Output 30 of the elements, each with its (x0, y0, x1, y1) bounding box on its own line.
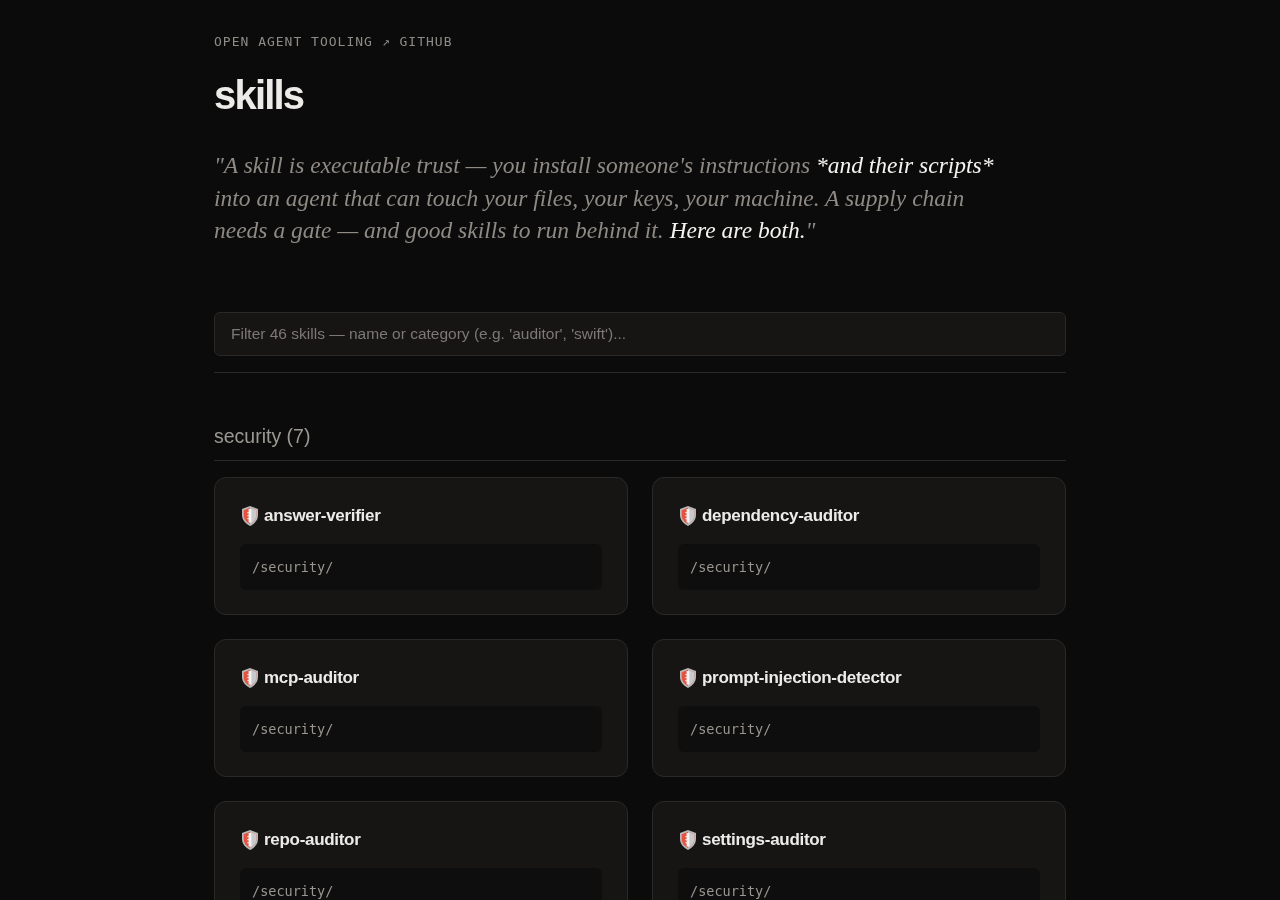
eyebrow-label: OPEN AGENT TOOLING (214, 33, 373, 51)
skill-card[interactable]: prompt-injection-detector /security/ (652, 638, 1066, 777)
skill-name: dependency-auditor (702, 504, 860, 527)
shield-icon (242, 829, 258, 850)
shield-icon (242, 505, 258, 526)
intro-quote: "A skill is executable trust — you install someone's instructions *and their scripts* into an agent that can touch your files, your keys, your machine. A supply chain needs a gate — and good skills to run behind it. Here are both." (214, 151, 995, 245)
skill-name: repo-auditor (264, 828, 361, 851)
shield-icon (680, 829, 696, 850)
skill-name: answer-verifier (264, 504, 381, 527)
page-title: skills (214, 72, 305, 118)
shield-icon (680, 505, 696, 526)
skill-path: /security/ (678, 705, 1040, 752)
skill-name: prompt-injection-detector (702, 666, 902, 689)
shield-icon (242, 667, 258, 688)
skill-path: /security/ (240, 867, 602, 900)
skill-card[interactable]: answer-verifier /security/ (214, 476, 628, 615)
filter-input[interactable]: Filter 46 skills — name or category (e.g. 'auditor', 'swift')... (214, 311, 1066, 356)
category-heading: security (7) (214, 423, 1066, 461)
skill-name: mcp-auditor (264, 666, 359, 689)
skill-card[interactable]: mcp-auditor /security/ (214, 638, 628, 777)
skill-card[interactable]: settings-auditor /security/ (652, 800, 1066, 900)
skill-name: settings-auditor (702, 828, 826, 851)
shield-icon (680, 667, 696, 688)
skill-path: /security/ (678, 543, 1040, 590)
skill-path: /security/ (678, 867, 1040, 900)
skill-path: /security/ (240, 543, 602, 590)
skill-card[interactable]: dependency-auditor /security/ (652, 476, 1066, 615)
skill-path: /security/ (240, 705, 602, 752)
github-link[interactable]: ↗ GITHUB (381, 33, 453, 51)
skill-card[interactable]: repo-auditor /security/ (214, 800, 628, 900)
